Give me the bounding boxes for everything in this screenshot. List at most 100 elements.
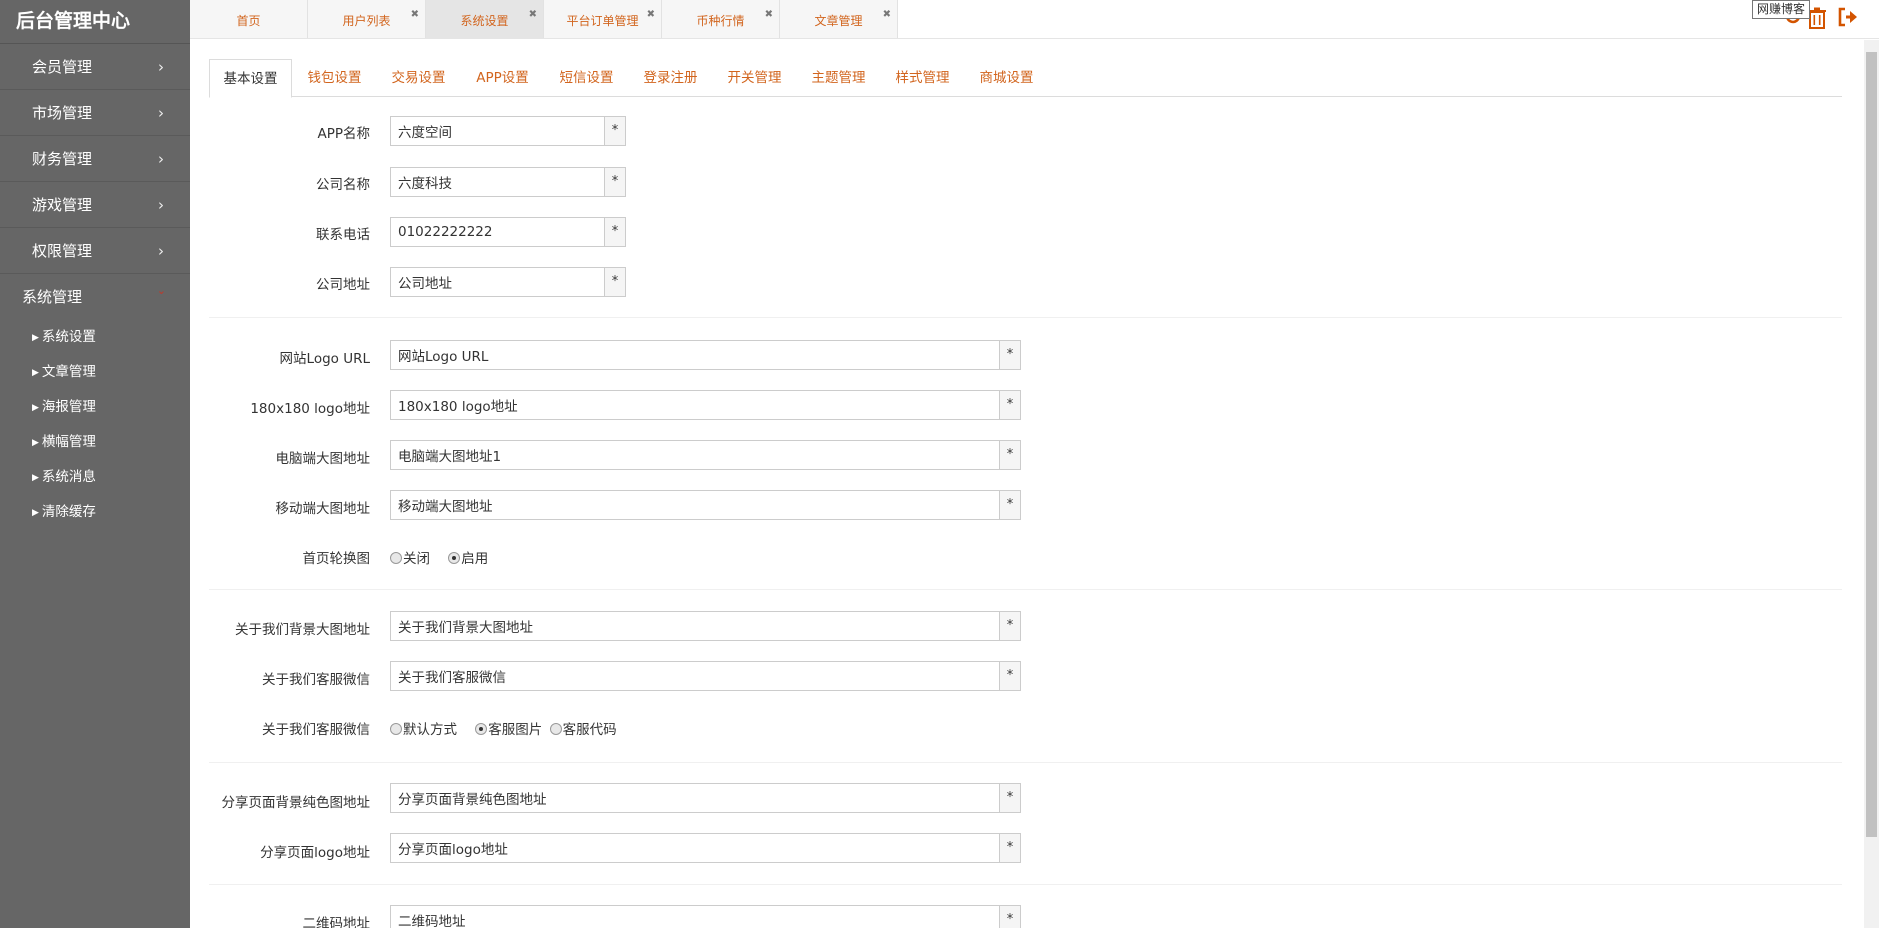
required-mark: * bbox=[999, 834, 1020, 862]
section-divider bbox=[209, 884, 1842, 885]
tab-style-management[interactable]: 样式管理 bbox=[882, 59, 963, 97]
share-bg-field: * bbox=[390, 783, 1021, 813]
mobile-banner-field: * bbox=[390, 490, 1021, 520]
phone-input[interactable] bbox=[391, 218, 601, 246]
about-bg-label: 关于我们背景大图地址 bbox=[235, 622, 370, 638]
sidebar-subitem-label: 系统消息 bbox=[41, 469, 96, 485]
qrcode-input[interactable] bbox=[391, 906, 996, 928]
page-scrollbar[interactable] bbox=[1864, 40, 1879, 928]
qrcode-label: 二维码地址 bbox=[302, 916, 371, 928]
company-address-field: * bbox=[390, 267, 626, 297]
radio-label: 客服代码 bbox=[562, 722, 617, 738]
tab-theme-management[interactable]: 主题管理 bbox=[798, 59, 879, 97]
about-bg-input[interactable] bbox=[391, 612, 996, 640]
tab-label: APP设置 bbox=[476, 70, 529, 86]
tab-article-management[interactable]: 文章管理 ✖ bbox=[780, 0, 898, 38]
close-icon[interactable]: ✖ bbox=[883, 9, 891, 21]
tab-sms-settings[interactable]: 短信设置 bbox=[546, 59, 627, 97]
tab-basic-settings[interactable]: 基本设置 bbox=[209, 59, 292, 98]
mobile-banner-input[interactable] bbox=[391, 491, 996, 519]
share-logo-label: 分享页面logo地址 bbox=[260, 845, 370, 861]
top-tab-bar: 首页 用户列表 ✖ 系统设置 ✖ 平台订单管理 ✖ 币种行情 ✖ 文章管理 ✖ bbox=[190, 0, 1879, 39]
chevron-right-icon: › bbox=[158, 58, 164, 76]
share-bg-label: 分享页面背景纯色图地址 bbox=[221, 795, 371, 811]
tooltip: 网赚博客 bbox=[1752, 0, 1811, 19]
service-mode-radio-group: 默认方式 客服图片 客服代码 bbox=[390, 718, 631, 738]
app-name-input[interactable] bbox=[391, 117, 601, 145]
carousel-on-radio[interactable]: 启用 bbox=[448, 547, 488, 567]
required-mark: * bbox=[999, 341, 1020, 369]
tab-trade-settings[interactable]: 交易设置 bbox=[378, 59, 459, 97]
share-logo-input[interactable] bbox=[391, 834, 996, 862]
tab-app-settings[interactable]: APP设置 bbox=[462, 59, 543, 97]
section-divider bbox=[209, 762, 1842, 763]
caret-right-icon: ▶ bbox=[32, 473, 39, 483]
logo-url-label: 网站Logo URL bbox=[279, 351, 370, 367]
sidebar-item-label: 会员管理 bbox=[32, 58, 93, 76]
logout-icon[interactable] bbox=[1837, 7, 1859, 33]
logo-url-field: * bbox=[390, 340, 1021, 370]
tab-system-settings[interactable]: 系统设置 ✖ bbox=[426, 0, 544, 38]
radio-label: 启用 bbox=[461, 551, 489, 567]
share-bg-input[interactable] bbox=[391, 784, 996, 812]
tab-label: 首页 bbox=[236, 14, 261, 28]
required-mark: * bbox=[999, 784, 1020, 812]
tab-user-list[interactable]: 用户列表 ✖ bbox=[308, 0, 426, 38]
tab-label: 主题管理 bbox=[811, 70, 866, 86]
company-address-input[interactable] bbox=[391, 268, 601, 296]
required-mark: * bbox=[999, 662, 1020, 690]
section-divider bbox=[209, 589, 1842, 590]
about-bg-field: * bbox=[390, 611, 1021, 641]
tab-mall-settings[interactable]: 商城设置 bbox=[966, 59, 1047, 97]
logo-url-input[interactable] bbox=[391, 341, 996, 369]
sidebar-item-label: 财务管理 bbox=[32, 150, 93, 168]
carousel-off-radio[interactable]: 关闭 bbox=[390, 547, 430, 567]
caret-right-icon: ▶ bbox=[32, 333, 39, 343]
sidebar-item-member[interactable]: 会员管理 › bbox=[0, 44, 190, 90]
brand-title: 后台管理中心 bbox=[0, 0, 190, 44]
pc-banner-input[interactable] bbox=[391, 441, 996, 469]
close-icon[interactable]: ✖ bbox=[647, 9, 655, 21]
tab-label: 文章管理 bbox=[814, 14, 863, 28]
sidebar-item-label: 权限管理 bbox=[32, 242, 93, 260]
app-name-field: * bbox=[390, 116, 626, 146]
caret-right-icon: ▶ bbox=[32, 368, 39, 378]
section-divider bbox=[209, 317, 1842, 318]
tab-label: 钱包设置 bbox=[307, 70, 362, 86]
service-code-radio[interactable]: 客服代码 bbox=[549, 718, 617, 738]
company-name-input[interactable] bbox=[391, 168, 601, 196]
tab-platform-orders[interactable]: 平台订单管理 ✖ bbox=[544, 0, 662, 38]
tab-label: 短信设置 bbox=[559, 70, 614, 86]
radio-icon bbox=[390, 552, 402, 564]
carousel-label: 首页轮换图 bbox=[302, 551, 371, 567]
tab-label: 用户列表 bbox=[342, 14, 391, 28]
service-image-radio[interactable]: 客服图片 bbox=[475, 718, 542, 738]
scrollbar-thumb[interactable] bbox=[1866, 52, 1877, 837]
required-mark: * bbox=[999, 391, 1020, 419]
logo-180-input[interactable] bbox=[391, 391, 996, 419]
share-logo-field: * bbox=[390, 833, 1021, 863]
tab-login-register[interactable]: 登录注册 bbox=[630, 59, 711, 97]
tab-wallet-settings[interactable]: 钱包设置 bbox=[294, 59, 375, 97]
tab-home[interactable]: 首页 bbox=[190, 0, 308, 38]
tab-label: 样式管理 bbox=[895, 70, 950, 86]
tab-label: 开关管理 bbox=[727, 70, 782, 86]
required-mark: * bbox=[604, 168, 625, 196]
radio-label: 关闭 bbox=[403, 551, 430, 567]
company-name-field: * bbox=[390, 167, 626, 197]
tab-switch-management[interactable]: 开关管理 bbox=[714, 59, 795, 97]
required-mark: * bbox=[999, 612, 1020, 640]
carousel-radio-group: 关闭 启用 bbox=[390, 547, 502, 567]
close-icon[interactable]: ✖ bbox=[529, 9, 537, 21]
company-address-label: 公司地址 bbox=[316, 277, 370, 293]
radio-checked-icon bbox=[475, 723, 488, 735]
tab-coin-market[interactable]: 币种行情 ✖ bbox=[662, 0, 780, 38]
close-icon[interactable]: ✖ bbox=[411, 9, 419, 21]
about-wechat-input[interactable] bbox=[391, 662, 996, 690]
service-default-radio[interactable]: 默认方式 bbox=[390, 718, 457, 738]
app-name-label: APP名称 bbox=[317, 126, 370, 142]
mobile-banner-label: 移动端大图地址 bbox=[275, 501, 371, 517]
close-icon[interactable]: ✖ bbox=[765, 9, 773, 21]
pc-banner-field: * bbox=[390, 440, 1021, 470]
tab-label: 平台订单管理 bbox=[566, 14, 639, 28]
